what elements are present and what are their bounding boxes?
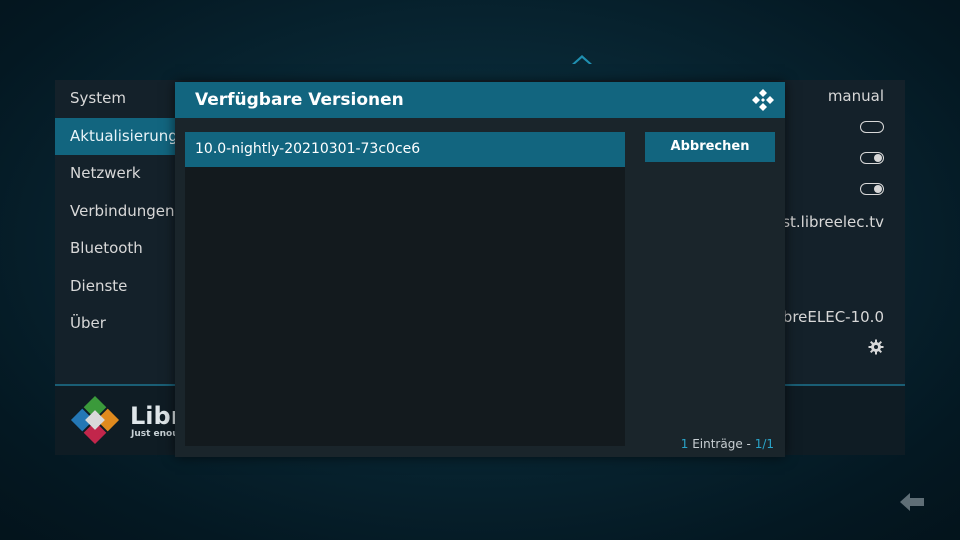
dialog-header: Verfügbare Versionen [175,82,785,118]
toggle-on-2[interactable] [860,183,884,195]
sidebar-item-network[interactable]: Netzwerk [55,155,175,193]
item-count-footer: 1 Einträge - 1/1 [681,437,774,451]
versions-dialog: Verfügbare Versionen 10.0-nightly-202103… [175,82,785,457]
update-mode-value[interactable]: manual [828,87,884,105]
libreelec-logo-icon [70,395,120,445]
toggle-on-1[interactable] [860,152,884,164]
item-count-label: Einträge - [688,437,755,451]
toggle-off[interactable] [860,121,884,133]
sidebar-item-system[interactable]: System [55,80,175,118]
versions-list: 10.0-nightly-20210301-73c0ce6 [185,132,625,446]
sidebar-item-about[interactable]: Über [55,305,175,343]
chevron-up-icon[interactable] [570,52,594,66]
sidebar-item-bluetooth[interactable]: Bluetooth [55,230,175,268]
category-list: System Aktualisierungen Netzwerk Verbind… [55,80,175,343]
update-channel-value[interactable]: LibreELEC-10.0 [770,308,884,326]
sidebar-item-services[interactable]: Dienste [55,268,175,306]
page-indicator: 1/1 [754,437,774,451]
sidebar-item-connections[interactable]: Verbindungen [55,193,175,231]
gear-icon[interactable] [868,339,884,355]
dialog-title: Verfügbare Versionen [195,90,404,110]
cancel-button[interactable]: Abbrechen [645,132,775,162]
back-arrow-icon[interactable] [898,490,926,514]
list-item[interactable]: 10.0-nightly-20210301-73c0ce6 [185,132,625,167]
sidebar-item-updates[interactable]: Aktualisierungen [55,117,175,155]
kodi-logo-icon [752,89,774,111]
